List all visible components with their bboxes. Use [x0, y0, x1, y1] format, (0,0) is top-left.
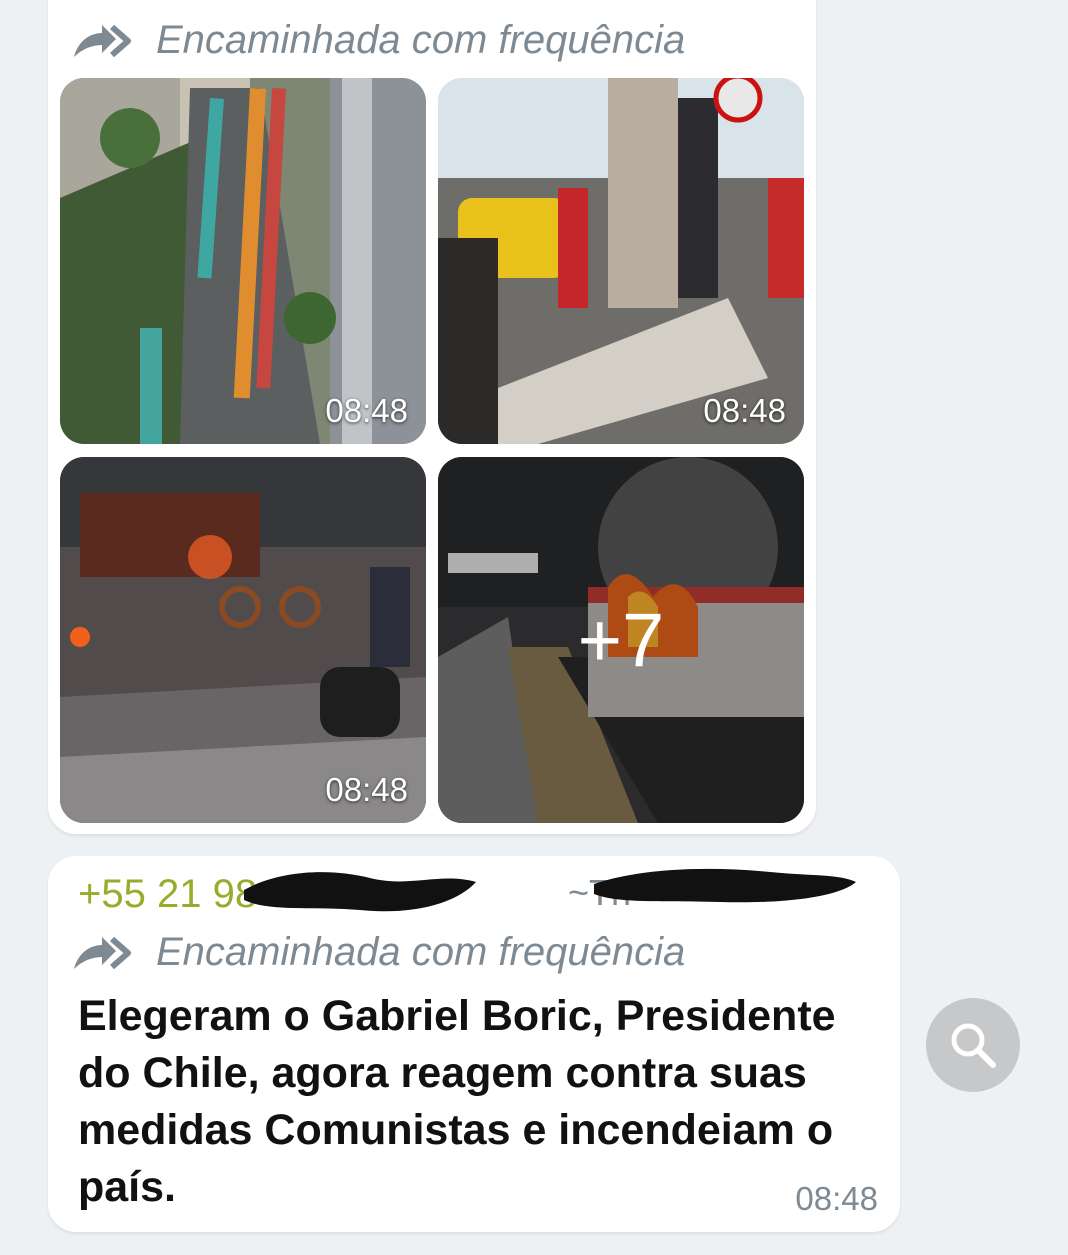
media-thumbnail[interactable]: 08:48 — [60, 78, 426, 444]
sender-number[interactable]: +55 21 98 — [78, 872, 257, 917]
forward-icon — [74, 936, 131, 969]
more-media-count: +7 — [438, 457, 804, 823]
media-timestamp: 08:48 — [325, 392, 408, 429]
street-buses-image — [60, 78, 426, 444]
message-text: Elegeram o Gabriel Boric, Presidente do … — [78, 992, 836, 1211]
media-timestamp: 08:48 — [703, 392, 786, 429]
media-thumbnail-more[interactable]: +7 — [438, 457, 804, 823]
media-thumbnail[interactable]: 08:48 — [60, 457, 426, 823]
forwarded-indicator: Encaminhada com frequência — [72, 18, 685, 63]
forwarded-label: Encaminhada com frequência — [156, 18, 686, 62]
forward-icon — [74, 24, 131, 57]
protest-crowd-image — [438, 78, 804, 444]
forwarded-indicator: Encaminhada com frequência — [72, 930, 685, 975]
search-button[interactable] — [926, 998, 1020, 1092]
media-timestamp: 08:48 — [325, 771, 408, 808]
redaction-scribble — [244, 872, 476, 912]
forwarded-label: Encaminhada com frequência — [156, 930, 686, 974]
media-thumbnail[interactable]: 08:48 — [438, 78, 804, 444]
search-icon — [951, 1023, 996, 1068]
street-debris-image — [60, 457, 426, 823]
redaction-scribble — [594, 868, 856, 903]
message-timestamp: 08:48 — [795, 1180, 878, 1217]
